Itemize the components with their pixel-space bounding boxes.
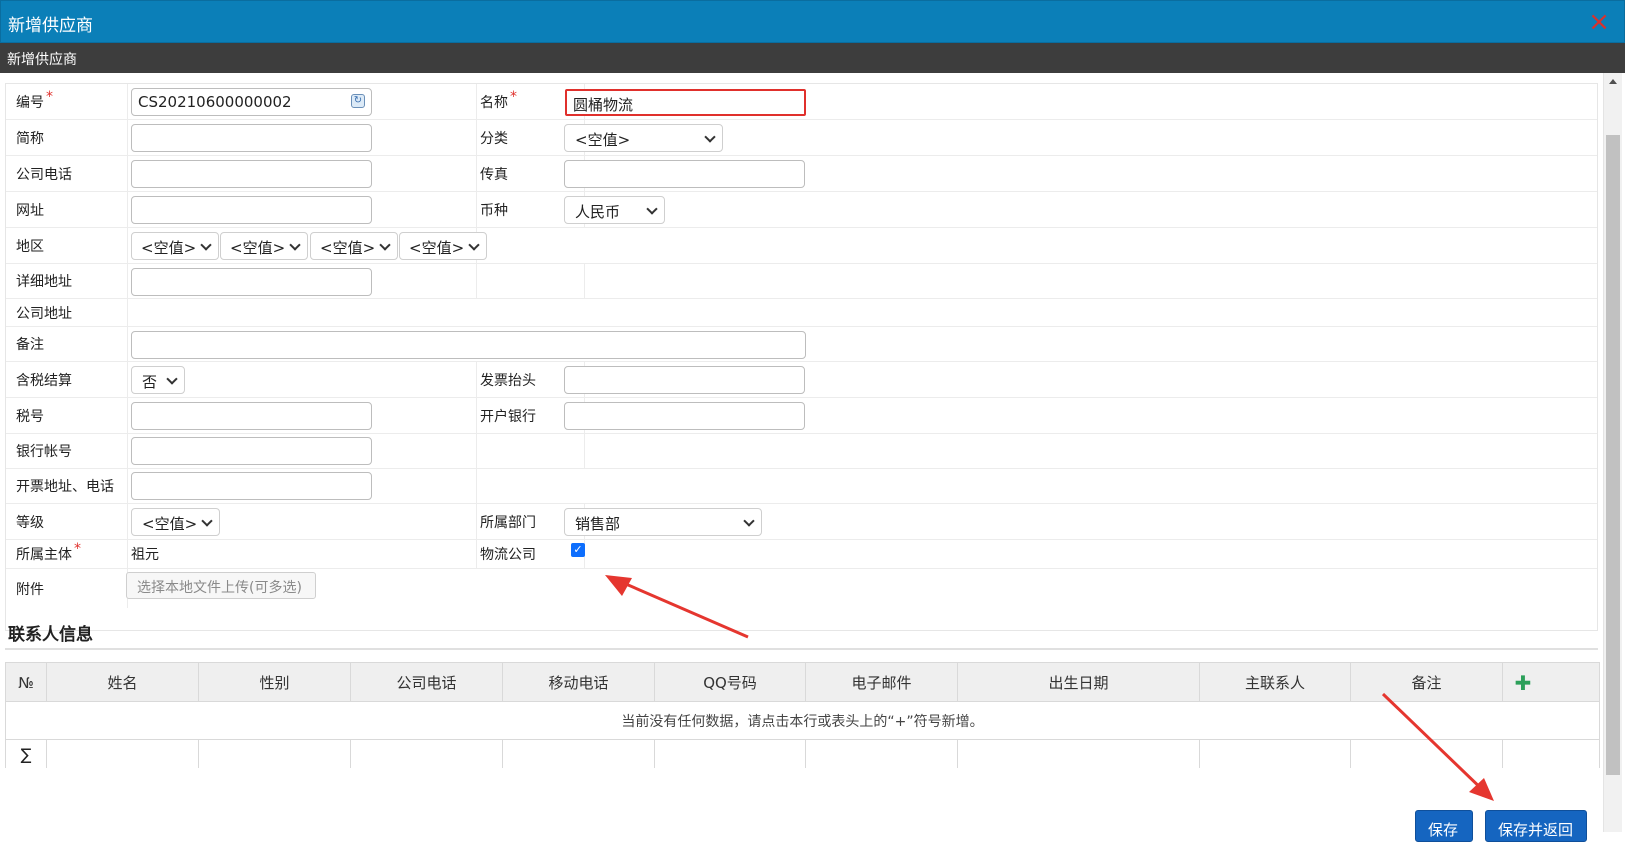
entity-value: 祖元: [131, 547, 159, 563]
chevron-down-icon: [379, 239, 391, 251]
chevron-down-icon: [646, 203, 658, 215]
form-header-title: 新增供应商: [7, 52, 77, 68]
column-header-birthday[interactable]: 出生日期: [958, 663, 1200, 702]
chevron-down-icon: [200, 239, 212, 251]
refresh-code-icon[interactable]: ↻: [351, 94, 365, 108]
column-header-mobile[interactable]: 移动电话: [503, 663, 655, 702]
column-header-company-phone[interactable]: 公司电话: [351, 663, 503, 702]
bank-account-input[interactable]: [131, 437, 372, 465]
summary-row: ∑: [6, 740, 1599, 768]
level-label: 等级: [6, 504, 128, 539]
tax-number-label: 税号: [6, 398, 128, 433]
fax-input[interactable]: [564, 160, 805, 188]
column-header-primary-contact[interactable]: 主联系人: [1200, 663, 1351, 702]
code-label: 编号 *: [6, 84, 128, 119]
level-select[interactable]: <空值>: [131, 508, 220, 536]
invoice-title-input[interactable]: [564, 366, 805, 394]
save-button[interactable]: 保存: [1415, 810, 1473, 842]
chevron-down-icon: [743, 515, 755, 527]
short-name-label: 简称: [6, 120, 128, 155]
required-mark: *: [46, 88, 53, 105]
logistics-company-label: 物流公司: [477, 540, 585, 568]
remark-input[interactable]: [131, 331, 806, 359]
attachment-label: 附件: [6, 569, 128, 608]
vertical-scrollbar[interactable]: [1603, 73, 1622, 832]
form-row-code: 编号 * CS20210600000002 ↻ 名称 * 圆桶物流: [6, 84, 1597, 120]
region-province-select[interactable]: <空值>: [131, 232, 219, 260]
form-row-website: 网址 币种 人民币: [6, 192, 1597, 228]
contacts-grid: № 姓名 性别 公司电话 移动电话 QQ号码 电子邮件 出生日期 主联系人 备注…: [5, 662, 1600, 768]
detail-address-input[interactable]: [131, 268, 372, 296]
empty-data-row[interactable]: 当前没有任何数据，请点击本行或表头上的“+”符号新增。: [6, 702, 1599, 740]
form-row-tax-inclusive: 含税结算 否 发票抬头: [6, 362, 1597, 398]
column-header-gender[interactable]: 性别: [199, 663, 351, 702]
chevron-down-icon: [201, 515, 213, 527]
remark-label: 备注: [6, 327, 128, 361]
code-input[interactable]: CS20210600000002 ↻: [131, 88, 372, 116]
scrollbar-thumb[interactable]: [1606, 135, 1620, 775]
form-row-region: 地区 <空值> <空值> <空值> <空值>: [6, 228, 1597, 264]
tax-inclusive-select[interactable]: 否: [131, 366, 185, 394]
form-row-attachment: 附件 选择本地文件上传(可多选): [6, 569, 1597, 608]
column-header-remark[interactable]: 备注: [1351, 663, 1503, 702]
bank-input[interactable]: [564, 402, 805, 430]
tax-inclusive-label: 含税结算: [6, 362, 128, 397]
form-row-detail-address: 详细地址: [6, 264, 1597, 299]
bank-account-label: 银行帐号: [6, 434, 128, 468]
form-row-invoice-address: 开票地址、电话: [6, 469, 1597, 504]
name-input[interactable]: 圆桶物流: [565, 89, 806, 116]
column-header-name[interactable]: 姓名: [47, 663, 199, 702]
section-divider: [5, 648, 1598, 650]
sum-icon: ∑: [6, 740, 47, 768]
plus-icon[interactable]: ✚: [1515, 671, 1532, 695]
dialog-title-bar: 新增供应商 ×: [0, 0, 1625, 43]
region-street-select[interactable]: <空值>: [399, 232, 487, 260]
region-district-select[interactable]: <空值>: [310, 232, 398, 260]
entity-label: 所属主体 *: [6, 540, 128, 568]
column-header-email[interactable]: 电子邮件: [806, 663, 958, 702]
invoice-address-input[interactable]: [131, 472, 372, 500]
column-header-index: №: [6, 663, 47, 702]
contacts-grid-header: № 姓名 性别 公司电话 移动电话 QQ号码 电子邮件 出生日期 主联系人 备注…: [6, 663, 1599, 702]
dialog-title: 新增供应商: [8, 16, 93, 36]
form-row-tax-number: 税号 开户银行: [6, 398, 1597, 434]
scroll-up-arrow-icon[interactable]: [1609, 79, 1617, 84]
form-row-remark: 备注: [6, 327, 1597, 362]
form-row-entity: 所属主体 * 祖元 物流公司 ✓: [6, 540, 1597, 569]
supplier-form: 编号 * CS20210600000002 ↻ 名称 * 圆桶物流 简称 分类 <空…: [5, 83, 1598, 631]
region-city-select[interactable]: <空值>: [220, 232, 308, 260]
chevron-down-icon: [289, 239, 301, 251]
upload-file-button[interactable]: 选择本地文件上传(可多选): [126, 572, 316, 599]
phone-label: 公司电话: [6, 156, 128, 191]
save-and-return-button[interactable]: 保存并返回: [1485, 810, 1587, 842]
region-label: 地区: [6, 228, 128, 263]
chevron-down-icon: [468, 239, 480, 251]
form-header: 新增供应商: [0, 43, 1625, 73]
add-row-button[interactable]: ✚: [1503, 663, 1543, 702]
chevron-down-icon: [166, 373, 178, 385]
form-row-phone: 公司电话 传真: [6, 156, 1597, 192]
form-row-company-address: 公司地址: [6, 299, 1597, 327]
logistics-company-checkbox[interactable]: ✓: [571, 543, 585, 557]
phone-input[interactable]: [131, 160, 372, 188]
detail-address-label: 详细地址: [6, 264, 128, 298]
currency-select[interactable]: 人民币: [564, 196, 665, 224]
website-label: 网址: [6, 192, 128, 227]
required-mark: *: [510, 88, 517, 105]
chevron-down-icon: [704, 131, 716, 143]
company-address-label: 公司地址: [6, 299, 128, 326]
close-icon[interactable]: ×: [1586, 9, 1612, 35]
short-name-input[interactable]: [131, 124, 372, 152]
form-row-short-name: 简称 分类 <空值>: [6, 120, 1597, 156]
form-row-level: 等级 <空值> 所属部门 销售部: [6, 504, 1597, 540]
website-input[interactable]: [131, 196, 372, 224]
invoice-address-label: 开票地址、电话: [6, 469, 128, 503]
department-select[interactable]: 销售部: [564, 508, 762, 536]
contacts-section-title: 联系人信息: [8, 625, 93, 645]
column-header-qq[interactable]: QQ号码: [655, 663, 806, 702]
form-row-bank-account: 银行帐号: [6, 434, 1597, 469]
required-mark: *: [74, 541, 81, 557]
category-select[interactable]: <空值>: [564, 124, 723, 152]
tax-number-input[interactable]: [131, 402, 372, 430]
